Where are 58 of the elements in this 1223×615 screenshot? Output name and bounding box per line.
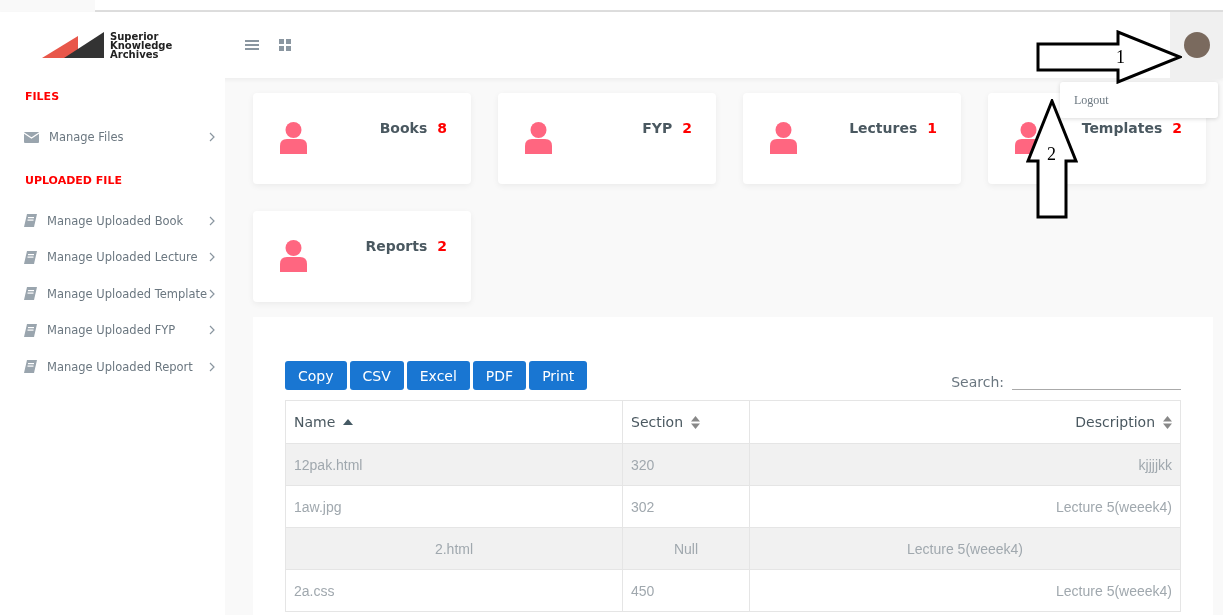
book-icon bbox=[24, 360, 37, 374]
sidebar-item[interactable]: Manage Uploaded Book bbox=[0, 202, 225, 239]
sidebar-item[interactable]: Manage Uploaded Report bbox=[0, 348, 225, 385]
table-cell: 12pak.html bbox=[285, 443, 623, 486]
chevron-icon bbox=[209, 252, 215, 263]
sidebar-item[interactable]: Manage Files bbox=[0, 119, 225, 156]
export-button[interactable]: CSV bbox=[349, 361, 404, 390]
person-icon bbox=[280, 240, 307, 272]
sidebar-item[interactable]: Manage Uploaded FYP bbox=[0, 312, 225, 349]
menu-icon[interactable] bbox=[245, 39, 259, 51]
table-cell: 302 bbox=[622, 485, 750, 528]
user-avatar[interactable] bbox=[1183, 32, 1210, 58]
export-button[interactable]: PDF bbox=[472, 361, 527, 390]
sidebar-section-title: UPLOADED FILE bbox=[24, 172, 123, 189]
brand-name: Superior Knowledge Archives bbox=[110, 31, 173, 59]
table-cell: Lecture 5(weeek4) bbox=[749, 485, 1181, 528]
annotation-number: 1 bbox=[1116, 47, 1125, 68]
table-cell: Null bbox=[622, 527, 750, 570]
person-icon bbox=[770, 122, 797, 154]
table-cell: 450 bbox=[622, 569, 750, 612]
column-header[interactable]: Description bbox=[749, 400, 1181, 444]
stat-label: Books 8 bbox=[379, 120, 447, 136]
search-label: Search: bbox=[951, 374, 1004, 390]
book-icon bbox=[24, 323, 37, 337]
stat-label: FYP 2 bbox=[642, 120, 692, 136]
chevron-icon bbox=[209, 325, 215, 336]
table-cell: 2.html bbox=[285, 527, 623, 570]
table-cell: Lecture 5(weeek4) bbox=[749, 569, 1181, 612]
book-icon bbox=[24, 214, 37, 228]
export-button[interactable]: Print bbox=[529, 361, 588, 390]
chevron-icon bbox=[209, 361, 215, 372]
table-cell: 320 bbox=[622, 443, 750, 486]
export-button[interactable]: Copy bbox=[285, 361, 347, 390]
person-icon bbox=[280, 122, 307, 154]
stat-label: Templates 2 bbox=[1081, 120, 1182, 136]
table-cell: Lecture 5(weeek4) bbox=[749, 527, 1181, 570]
table-cell: 1aw.jpg bbox=[285, 485, 623, 528]
person-icon bbox=[525, 122, 552, 154]
logo-icon bbox=[42, 32, 104, 58]
chevron-icon bbox=[209, 288, 215, 299]
sidebar-item[interactable]: Manage Uploaded Template bbox=[0, 275, 225, 312]
column-header[interactable]: Section bbox=[622, 400, 750, 444]
sidebar-section-title: FILES bbox=[24, 89, 61, 105]
chevron-icon bbox=[209, 215, 215, 226]
grid-icon[interactable] bbox=[279, 39, 291, 51]
book-icon bbox=[24, 287, 37, 301]
table-cell: 2a.css bbox=[285, 569, 623, 612]
column-header[interactable]: Name bbox=[285, 400, 623, 444]
chevron-icon bbox=[209, 132, 215, 143]
annotation-number: 2 bbox=[1047, 144, 1056, 165]
stat-label: Reports 2 bbox=[365, 238, 447, 254]
table-cell: kjjjjkk bbox=[749, 443, 1181, 486]
sidebar-item[interactable]: Manage Uploaded Lecture bbox=[0, 239, 225, 276]
stat-label: Lectures 1 bbox=[849, 120, 937, 136]
logout-link[interactable]: Logout bbox=[1074, 92, 1109, 108]
export-button[interactable]: Excel bbox=[406, 361, 470, 390]
envelope-icon bbox=[24, 131, 39, 143]
book-icon bbox=[24, 250, 37, 264]
